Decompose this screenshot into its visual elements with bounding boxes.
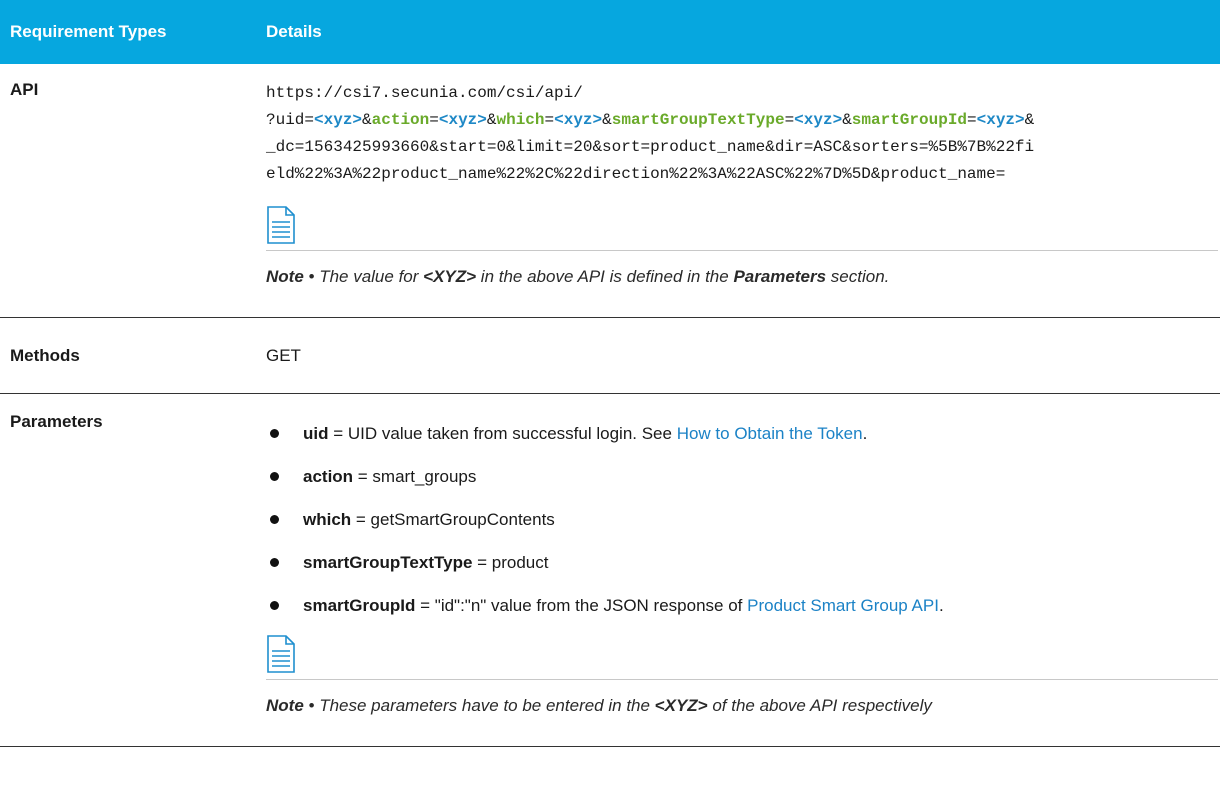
note-bold: <XYZ>	[654, 696, 708, 715]
parameters-label: Parameters	[10, 412, 103, 431]
parameters-details: uid = UID value taken from successful lo…	[266, 394, 1220, 746]
list-item: action = smart_groups	[266, 455, 1220, 498]
parameters-list: uid = UID value taken from successful lo…	[266, 412, 1220, 627]
api-note: Note • The value for <XYZ> in the above …	[266, 267, 1220, 287]
url-seg: =	[967, 111, 977, 129]
table-header: Requirement Types Details	[0, 0, 1220, 64]
param-name: smartGroupTextType	[303, 552, 473, 572]
header-details: Details	[266, 22, 322, 41]
note-text: These parameters have to be entered in t…	[319, 696, 655, 715]
note-text: section.	[826, 267, 890, 286]
note-bold: Parameters	[733, 267, 827, 286]
url-seg: &	[602, 111, 612, 129]
note-sep: •	[303, 267, 320, 286]
bullet-icon	[270, 558, 279, 567]
api-url-line-4: eld%22%3A%22product_name%22%2C%22directi…	[266, 165, 1006, 183]
api-url-line-1: https://csi7.secunia.com/csi/api/	[266, 84, 583, 102]
url-placeholder: <xyz>	[314, 111, 363, 129]
parameters-row: Parameters uid = UID value taken from su…	[0, 394, 1220, 747]
note-lead: Note	[266, 696, 304, 715]
url-seg: =	[544, 111, 555, 129]
list-item: smartGroupId = "id":"n" value from the J…	[266, 584, 1220, 627]
param-text: = UID value taken from successful login.…	[328, 423, 677, 443]
url-seg: =	[429, 111, 439, 129]
note-divider	[266, 679, 1218, 680]
param-tail: .	[938, 595, 944, 615]
param-name: smartGroupId	[303, 595, 416, 615]
header-requirement-types: Requirement Types	[10, 22, 167, 41]
param-name: which	[303, 509, 352, 529]
api-url-line-3: _dc=1563425993660&start=0&limit=20&sort=…	[266, 138, 1035, 156]
note-document-icon	[267, 635, 295, 673]
url-placeholder: <xyz>	[976, 111, 1025, 129]
param-name: action	[303, 466, 354, 486]
url-key: which	[496, 111, 545, 129]
list-item: smartGroupTextType = product	[266, 541, 1220, 584]
url-seg: ?uid=	[266, 111, 315, 129]
url-seg: =	[784, 111, 795, 129]
note-bold: <XYZ>	[423, 267, 477, 286]
url-placeholder: <xyz>	[438, 111, 487, 129]
list-item: which = getSmartGroupContents	[266, 498, 1220, 541]
parameters-note: Note • These parameters have to be enter…	[266, 696, 1220, 716]
param-text: = getSmartGroupContents	[351, 509, 555, 529]
url-key: action	[371, 111, 430, 129]
param-name: uid	[303, 423, 329, 443]
product-smart-group-api-link[interactable]: Product Smart Group API	[747, 596, 939, 615]
how-to-obtain-token-link[interactable]: How to Obtain the Token	[677, 424, 863, 443]
note-text: The value for	[319, 267, 424, 286]
url-seg: &	[1024, 111, 1035, 129]
url-placeholder: <xyz>	[794, 111, 843, 129]
param-tail: .	[862, 423, 868, 443]
param-text: = product	[472, 552, 549, 572]
api-details: https://csi7.secunia.com/csi/api/ ?uid=<…	[266, 64, 1220, 317]
api-url-line-2: ?uid=<xyz>&action=<xyz>&which=<xyz>&smar…	[266, 107, 1220, 134]
url-seg: &	[842, 111, 852, 129]
api-label: API	[10, 80, 39, 99]
note-lead: Note	[266, 267, 304, 286]
methods-label: Methods	[10, 345, 80, 365]
requirements-table: Requirement Types Details API https://cs…	[0, 0, 1220, 747]
param-text: = "id":"n" value from the JSON response …	[415, 595, 748, 615]
api-row: API https://csi7.secunia.com/csi/api/ ?u…	[0, 64, 1220, 318]
bullet-icon	[270, 429, 279, 438]
bullet-icon	[270, 601, 279, 610]
bullet-icon	[270, 515, 279, 524]
url-key: smartGroupTextType	[611, 111, 785, 129]
note-text: in the above API is defined in the	[476, 267, 734, 286]
url-seg: &	[362, 111, 372, 129]
url-placeholder: <xyz>	[554, 111, 603, 129]
note-divider	[266, 250, 1218, 251]
note-text: of the above API respectively	[707, 696, 932, 715]
methods-row: Methods GET	[0, 318, 1220, 394]
bullet-icon	[270, 472, 279, 481]
param-text: = smart_groups	[353, 466, 477, 486]
methods-value: GET	[266, 345, 301, 365]
list-item: uid = UID value taken from successful lo…	[266, 412, 1220, 455]
url-key: smartGroupId	[851, 111, 968, 129]
note-sep: •	[303, 696, 320, 715]
note-document-icon	[267, 206, 295, 244]
